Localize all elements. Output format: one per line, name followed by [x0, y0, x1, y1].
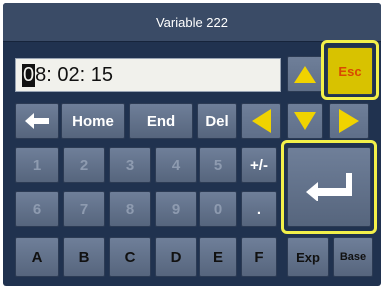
down-arrow-icon: [294, 112, 316, 130]
digit-6-button[interactable]: 6: [15, 191, 59, 227]
left-arrow-button[interactable]: [241, 103, 281, 139]
backspace-arrow-icon: [25, 113, 49, 129]
down-arrow-button[interactable]: [287, 103, 323, 139]
sign-toggle-button[interactable]: +/-: [241, 147, 277, 183]
right-arrow-icon: [339, 109, 359, 133]
hex-f-button[interactable]: F: [241, 237, 277, 277]
digit-8-button[interactable]: 8: [109, 191, 151, 227]
digit-5-button[interactable]: 5: [199, 147, 237, 183]
hex-b-button[interactable]: B: [63, 237, 105, 277]
esc-highlight-frame: [321, 40, 379, 100]
window-title: Variable 222: [3, 3, 381, 42]
home-button[interactable]: Home: [61, 103, 125, 139]
hex-e-button[interactable]: E: [199, 237, 237, 277]
digit-1-button[interactable]: 1: [15, 147, 59, 183]
hex-a-button[interactable]: A: [15, 237, 59, 277]
left-arrow-icon: [252, 109, 271, 133]
variable-editor-screen: Variable 222 0 8: 02: 15 Esc Home End Del…: [3, 3, 381, 286]
end-button[interactable]: End: [129, 103, 193, 139]
digit-3-button[interactable]: 3: [109, 147, 151, 183]
up-arrow-icon: [294, 66, 316, 83]
hex-c-button[interactable]: C: [109, 237, 151, 277]
backspace-button[interactable]: [15, 103, 59, 139]
delete-button[interactable]: Del: [197, 103, 237, 139]
digit-0-button[interactable]: 0: [199, 191, 237, 227]
digit-2-button[interactable]: 2: [63, 147, 105, 183]
up-arrow-button[interactable]: [287, 56, 323, 92]
value-text: 8: 02: 15: [35, 63, 113, 86]
digit-4-button[interactable]: 4: [155, 147, 197, 183]
exponent-button[interactable]: Exp: [287, 237, 329, 277]
decimal-point-button[interactable]: .: [241, 191, 277, 227]
number-base-button[interactable]: Base: [333, 237, 373, 277]
text-cursor: 0: [22, 63, 36, 87]
digit-7-button[interactable]: 7: [63, 191, 105, 227]
hex-d-button[interactable]: D: [155, 237, 197, 277]
enter-highlight-frame: [281, 140, 377, 234]
right-arrow-button[interactable]: [329, 103, 369, 139]
value-display[interactable]: 0 8: 02: 15: [15, 58, 281, 92]
digit-9-button[interactable]: 9: [155, 191, 197, 227]
